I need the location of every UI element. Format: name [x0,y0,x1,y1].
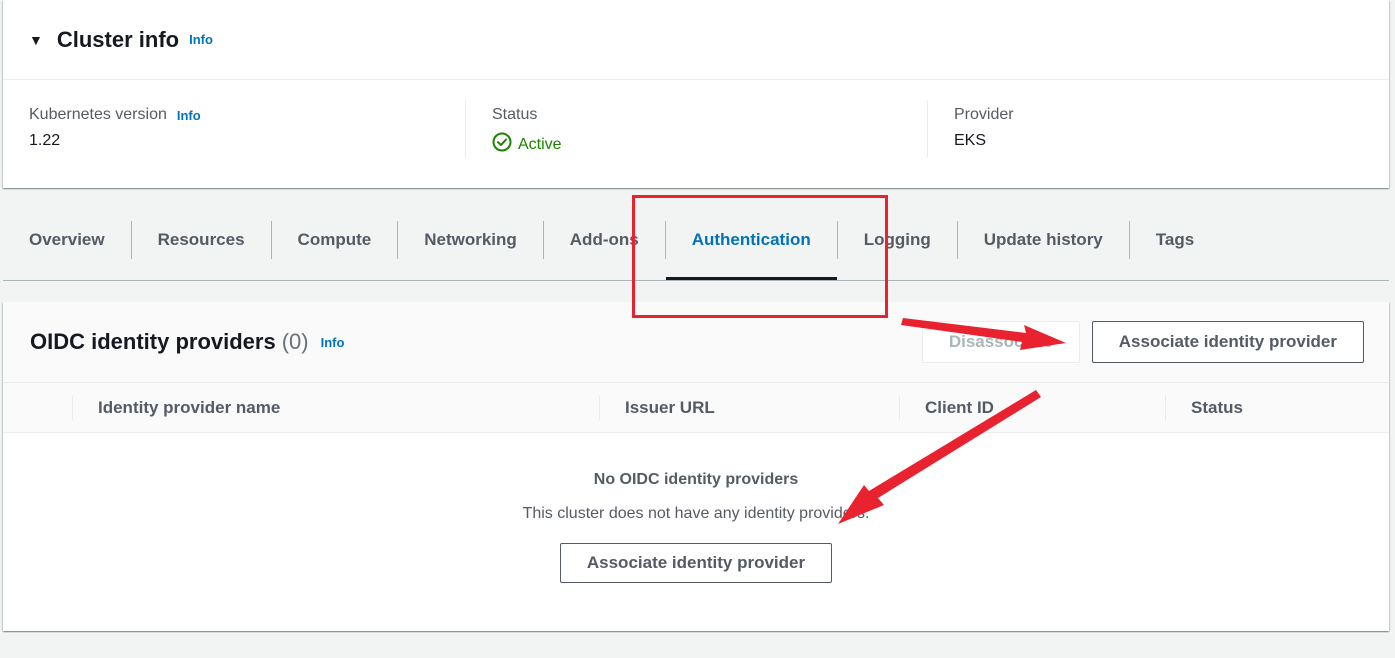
tab-networking[interactable]: Networking [398,202,543,278]
empty-state-associate-button[interactable]: Associate identity provider [559,543,833,583]
provider-field: Provider EKS [927,100,1389,157]
table-header: Identity provider name Issuer URL Client… [3,383,1389,433]
status-label: Status [492,106,538,123]
kubernetes-version-field: Kubernetes version Info 1.22 [3,100,465,157]
cluster-info-title: Cluster info [56,26,180,52]
tab-resources[interactable]: Resources [132,202,271,278]
cluster-tabs: Overview Resources Compute Networking Ad… [3,200,1389,281]
tab-tags[interactable]: Tags [1130,202,1220,278]
tab-authentication[interactable]: Authentication [665,202,837,280]
oidc-providers-title: OIDC identity providers [30,329,276,354]
tab-add-ons[interactable]: Add-ons [544,202,665,278]
oidc-providers-header: OIDC identity providers (0) Info Disasso… [3,302,1389,383]
tab-compute[interactable]: Compute [272,202,398,278]
kubernetes-version-label: Kubernetes version [29,106,167,123]
caret-down-icon[interactable]: ▼ [29,32,43,48]
provider-label: Provider [954,106,1014,123]
disassociate-button[interactable]: Disassociate [921,321,1080,363]
provider-value: EKS [954,132,987,149]
associate-identity-provider-button[interactable]: Associate identity provider [1091,321,1364,363]
cluster-info-panel: ▼ Cluster info Info Kubernetes version I… [3,0,1389,188]
check-circle-icon [492,132,512,157]
oidc-providers-panel: OIDC identity providers (0) Info Disasso… [3,302,1389,631]
tab-logging[interactable]: Logging [838,202,957,278]
kubernetes-version-info-link[interactable]: Info [177,108,201,123]
status-field: Status Active [465,100,927,157]
cluster-info-header[interactable]: ▼ Cluster info Info [3,0,1389,80]
kubernetes-version-value: 1.22 [29,132,61,149]
oidc-providers-count: (0) [281,329,309,354]
oidc-providers-info-link[interactable]: Info [321,335,345,350]
column-header-identity-provider-name[interactable]: Identity provider name [72,394,599,421]
cluster-info-info-link[interactable]: Info [189,32,213,47]
status-value: Active [518,135,562,153]
empty-state-title: No OIDC identity providers [593,471,799,488]
column-header-client-id[interactable]: Client ID [899,394,1165,421]
column-header-status[interactable]: Status [1165,394,1365,421]
column-header-issuer-url[interactable]: Issuer URL [599,394,899,421]
empty-state: No OIDC identity providers This cluster … [3,433,1389,583]
tab-update-history[interactable]: Update history [958,202,1129,278]
empty-state-description: This cluster does not have any identity … [522,505,870,522]
tab-overview[interactable]: Overview [3,202,131,278]
